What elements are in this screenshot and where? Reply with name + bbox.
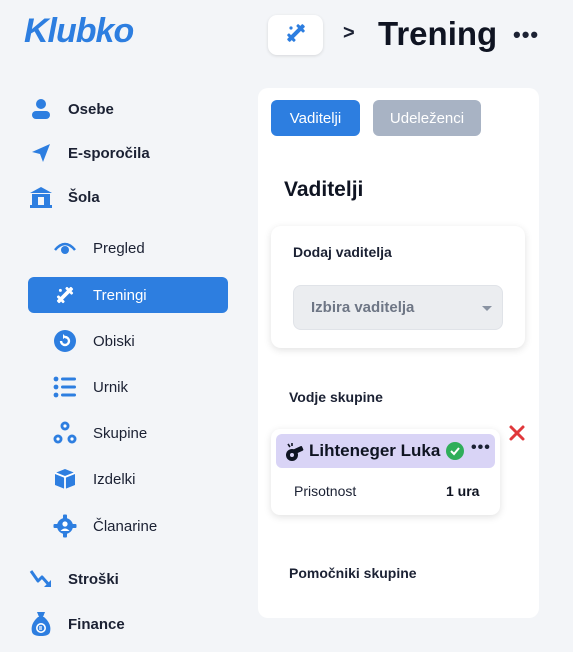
close-icon [509,425,525,441]
sidebar-item-label: Stroški [68,570,119,588]
sport-sticks-icon [283,20,309,51]
sidebar-item-label: Šola [68,188,100,206]
coach-select-value: Izbira vaditelja [311,299,415,316]
chevron-down-icon [482,306,492,311]
verified-check-icon [446,442,464,460]
coach-select[interactable]: Izbira vaditelja [293,285,503,330]
group-icon [52,420,78,446]
money-bag-icon [28,611,54,637]
tab-udelezenci[interactable]: Udeleženci [373,100,481,136]
eye-icon [52,235,78,261]
sidebar-item-label: Članarine [93,517,158,535]
sidebar-item-e-sporocila[interactable]: E-sporočila [28,135,150,171]
sidebar-item-treningi[interactable]: Treningi [28,277,228,313]
attendance-label: Prisotnost [294,483,357,499]
coaches-panel: Vaditelji Udeleženci Vaditelji Dodaj vad… [258,88,539,618]
sidebar-item-skupine[interactable]: Skupine [28,415,228,451]
sidebar-item-label: Obiski [93,332,135,350]
sidebar-item-finance[interactable]: Finance [28,606,125,642]
sidebar-item-clanarine[interactable]: Članarine [28,508,228,544]
breadcrumb-section-button[interactable] [268,15,323,55]
sidebar-item-label: Treningi [93,286,147,304]
sidebar-item-label: Pregled [93,239,145,257]
leader-name[interactable]: Lihteneger Luka [309,441,440,461]
sidebar-item-obiski[interactable]: Obiski [28,323,228,359]
leader-card: Lihteneger Luka ••• Prisotnost 1 ura [271,429,500,515]
more-options-button[interactable]: ••• [513,22,539,48]
sidebar-item-osebe[interactable]: Osebe [28,91,114,127]
breadcrumb-separator: > [343,22,355,44]
sidebar-item-label: Osebe [68,100,114,118]
leader-card-header: Lihteneger Luka ••• [276,434,495,468]
top-bar: Klubko > Trening ••• [0,0,573,70]
sidebar-item-stroski[interactable]: Stroški [28,561,119,597]
school-icon [28,184,54,210]
sidebar-item-izdelki[interactable]: Izdelki [28,461,228,497]
page-title: Trening [378,15,498,52]
trend-down-icon [28,566,54,592]
group-leaders-title: Vodje skupine [289,389,383,405]
sidebar-item-pregled[interactable]: Pregled [28,230,228,266]
sidebar-item-label: Urnik [93,378,129,396]
send-icon [28,140,54,166]
tab-vaditelji[interactable]: Vaditelji [271,100,360,136]
group-assistants-title: Pomočniki skupine [289,565,417,581]
add-coach-card: Dodaj vaditelja Izbira vaditelja [271,226,525,348]
section-title: Vaditelji [284,178,364,201]
sidebar-item-label: Finance [68,615,125,633]
sidebar-item-label: Izdelki [93,470,136,488]
sidebar-item-label: Skupine [93,424,148,442]
person-icon [28,96,54,122]
attendance-value: 1 ura [446,483,480,499]
add-coach-title: Dodaj vaditelja [293,244,392,260]
sport-sticks-icon [52,282,78,308]
remove-leader-button[interactable] [508,424,526,442]
leader-more-button[interactable]: ••• [471,439,491,457]
box-icon [52,466,78,492]
whistle-icon [284,442,304,467]
refresh-circle-icon [52,328,78,354]
sidebar-item-sola[interactable]: Šola [28,179,100,215]
sidebar-item-urnik[interactable]: Urnik [28,369,228,405]
sidebar-item-label: E-sporočila [68,144,150,162]
list-icon [52,374,78,400]
badge-gear-icon [52,513,78,539]
app-logo[interactable]: Klubko [24,12,134,51]
